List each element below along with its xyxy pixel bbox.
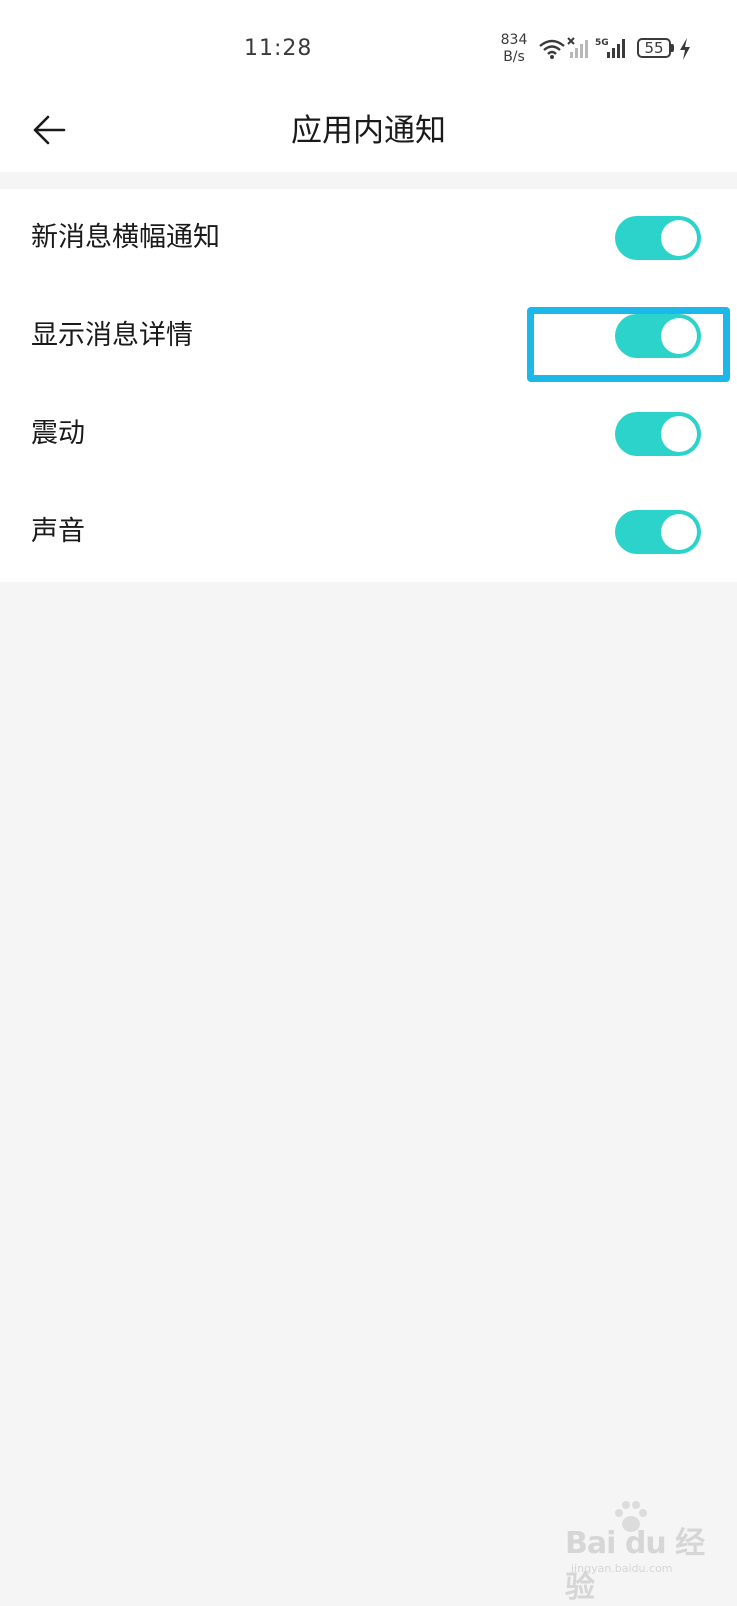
toggle-sound[interactable] [615, 510, 701, 554]
net-speed-value: 834 [500, 32, 528, 48]
net-speed-unit: B/s [503, 49, 525, 65]
signal-5g-label: 5G [595, 38, 609, 48]
watermark-sub: jingyan.baidu.com [571, 1562, 673, 1575]
page-title: 应用内通知 [291, 113, 446, 149]
signal-no-sim-icon [567, 37, 588, 58]
toggle-knob [661, 220, 697, 256]
charging-icon [680, 38, 690, 60]
notification-settings-list: 新消息横幅通知 显示消息详情 震动 声音 [0, 189, 737, 582]
wifi-icon [539, 39, 565, 59]
toggle-banner[interactable] [615, 216, 701, 260]
app-header: 应用内通知 [0, 96, 737, 172]
setting-label-vibration: 震动 [31, 418, 85, 449]
setting-label-banner: 新消息横幅通知 [31, 222, 220, 253]
setting-label-sound: 声音 [31, 516, 85, 547]
status-bar: 11:28 834 B/s 5G 55 [0, 0, 737, 96]
battery-level: 55 [644, 39, 664, 57]
toggle-vibration[interactable] [615, 412, 701, 456]
status-time: 11:28 [244, 36, 313, 61]
setting-row-sound[interactable]: 声音 [0, 483, 737, 581]
toggle-knob [661, 416, 697, 452]
baidu-watermark: Bai du 经验 jingyan.baidu.com [563, 1500, 713, 1605]
net-speed: 834 B/s [496, 32, 532, 66]
setting-row-vibration[interactable]: 震动 [0, 385, 737, 483]
signal-5g-icon: 5G [595, 38, 625, 58]
highlight-box [527, 307, 730, 382]
battery-tip [671, 44, 674, 52]
battery-icon: 55 [637, 38, 671, 58]
setting-label-details: 显示消息详情 [31, 320, 193, 351]
toggle-knob [661, 514, 697, 550]
setting-row-banner[interactable]: 新消息横幅通知 [0, 189, 737, 287]
